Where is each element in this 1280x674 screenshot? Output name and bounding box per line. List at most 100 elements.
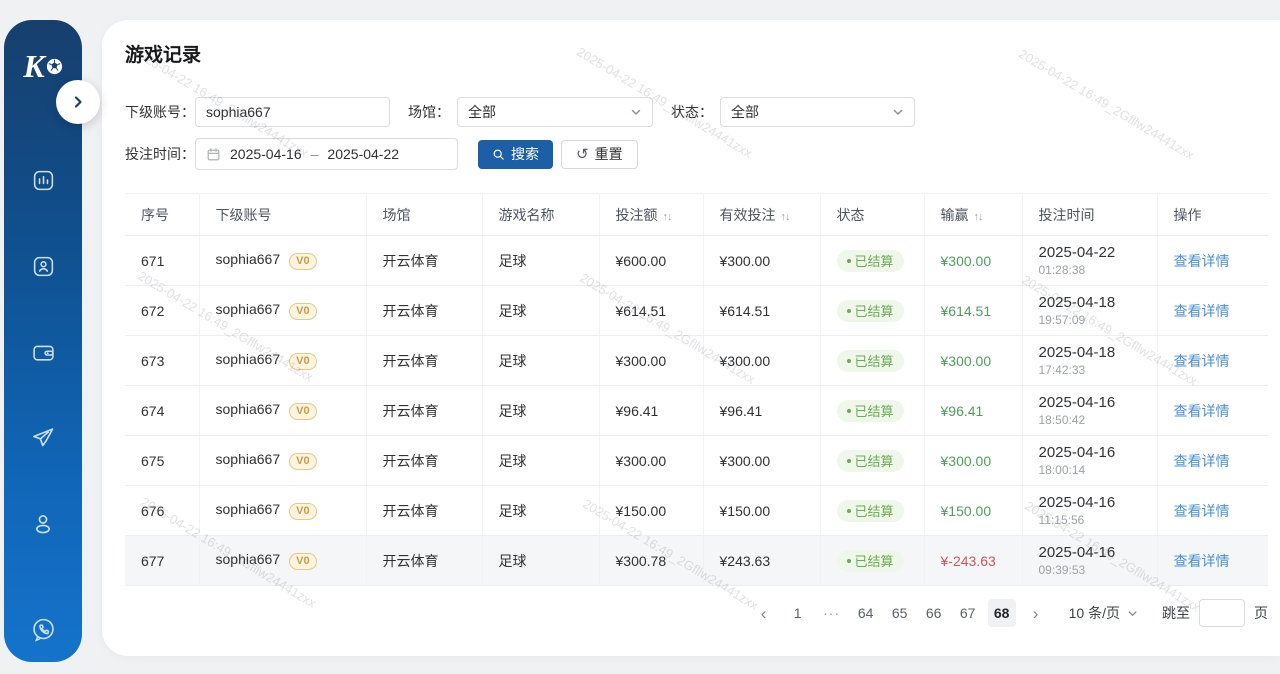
- level-badge: V0: [289, 403, 316, 420]
- chevron-down-icon: [892, 106, 904, 118]
- page-size-value: 10 条/页: [1069, 603, 1120, 623]
- bet-time: 18:50:42: [1039, 413, 1157, 428]
- cell-account: sophia667V0: [199, 436, 366, 486]
- cell-bet: ¥300.78: [599, 536, 703, 586]
- column-header-label: 有效投注: [720, 207, 776, 223]
- search-button-label: 搜索: [511, 144, 539, 164]
- cell-status: 已结算: [820, 336, 924, 386]
- cell-game: 足球: [482, 286, 599, 336]
- cell-time: 2025-04-1609:39:53: [1022, 536, 1157, 586]
- view-details-link[interactable]: 查看详情: [1174, 553, 1230, 569]
- cell-bet: ¥614.51: [599, 286, 703, 336]
- view-details-link[interactable]: 查看详情: [1174, 503, 1230, 519]
- status-select-value: 全部: [731, 102, 759, 122]
- status-text: 已结算: [855, 351, 894, 370]
- page-size-select[interactable]: 10 条/页: [1069, 603, 1138, 623]
- sidebar-item-stats[interactable]: [4, 137, 82, 223]
- view-details-link[interactable]: 查看详情: [1174, 253, 1230, 269]
- sort-icon[interactable]: ↑↓: [663, 211, 672, 223]
- view-details-link[interactable]: 查看详情: [1174, 403, 1230, 419]
- view-details-link[interactable]: 查看详情: [1174, 353, 1230, 369]
- date-range-picker[interactable]: 2025-04-16 – 2025-04-22: [195, 138, 458, 170]
- sort-icon[interactable]: ↑↓: [974, 211, 983, 223]
- sidebar-item-promotions[interactable]: [4, 395, 82, 481]
- cell-game: 足球: [482, 336, 599, 386]
- member-card-icon: [31, 254, 56, 279]
- send-icon: [30, 425, 56, 451]
- status-text: 已结算: [855, 401, 894, 420]
- cell-time: 2025-04-1611:15:56: [1022, 486, 1157, 536]
- venue-select[interactable]: 全部: [457, 97, 653, 127]
- column-header-label: 状态: [837, 207, 865, 223]
- sort-icon[interactable]: ↑↓: [781, 211, 790, 223]
- reset-button[interactable]: ↺ 重置: [561, 140, 638, 169]
- bet-time-label: 投注时间：: [125, 144, 195, 164]
- stats-icon: [31, 168, 56, 193]
- pagination-page-66[interactable]: 66: [920, 599, 948, 627]
- sidebar-nav: [4, 137, 82, 672]
- bet-time: 01:28:38: [1039, 263, 1157, 278]
- filter-row-1: 下级账号： 场馆： 全部 状态： 全部: [125, 97, 1268, 127]
- pagination-ellipsis: ···: [818, 599, 846, 627]
- status-text: 已结算: [855, 301, 894, 320]
- status-badge: 已结算: [837, 350, 904, 372]
- column-header-label: 序号: [141, 207, 169, 223]
- cell-venue: 开云体育: [366, 436, 482, 486]
- bet-time: 09:39:53: [1039, 563, 1157, 578]
- column-header-label: 操作: [1174, 207, 1202, 223]
- pagination-page-1[interactable]: 1: [784, 599, 812, 627]
- table-row: 674sophia667V0开云体育足球¥96.41¥96.41已结算¥96.4…: [125, 386, 1268, 436]
- view-details-link[interactable]: 查看详情: [1174, 453, 1230, 469]
- column-header-label: 场馆: [383, 207, 411, 223]
- sidebar-item-profile[interactable]: [4, 481, 82, 567]
- status-dot: [847, 509, 851, 513]
- sidebar-item-customer-service[interactable]: [4, 586, 82, 672]
- status-dot: [847, 559, 851, 563]
- win-loss-value: ¥96.41: [941, 403, 984, 419]
- column-header-win[interactable]: 输赢 ↑↓: [924, 194, 1022, 236]
- table-row: 675sophia667V0开云体育足球¥300.00¥300.00已结算¥30…: [125, 436, 1268, 486]
- cell-win: ¥300.00: [924, 336, 1022, 386]
- records-table: 序号下级账号场馆游戏名称投注额↑↓有效投注↑↓状态输赢↑↓投注时间操作 671s…: [125, 193, 1268, 586]
- cell-action: 查看详情: [1157, 336, 1268, 386]
- pagination-page-68[interactable]: 68: [988, 599, 1016, 627]
- win-loss-value: ¥-243.63: [941, 553, 996, 569]
- account-name: sophia667: [216, 501, 281, 517]
- sidebar-item-wallet[interactable]: [4, 309, 82, 395]
- cell-account: sophia667V0: [199, 536, 366, 586]
- column-header-action: 操作: [1157, 194, 1268, 236]
- pagination-next-button[interactable]: ›: [1022, 599, 1050, 627]
- pagination-prev-button[interactable]: ‹: [750, 599, 778, 627]
- jump-suffix: 页: [1254, 603, 1268, 623]
- view-details-link[interactable]: 查看详情: [1174, 303, 1230, 319]
- cell-valid: ¥614.51: [703, 286, 820, 336]
- pagination-page-64[interactable]: 64: [852, 599, 880, 627]
- cell-time: 2025-04-1618:50:42: [1022, 386, 1157, 436]
- sidebar-expand-button[interactable]: [56, 80, 100, 124]
- cell-time: 2025-04-2201:28:38: [1022, 236, 1157, 286]
- column-header-valid[interactable]: 有效投注 ↑↓: [703, 194, 820, 236]
- cell-account: sophia667V0: [199, 486, 366, 536]
- account-input[interactable]: [195, 97, 390, 127]
- cell-account: sophia667V0: [199, 236, 366, 286]
- cell-venue: 开云体育: [366, 536, 482, 586]
- column-header-status: 状态: [820, 194, 924, 236]
- pagination-page-65[interactable]: 65: [886, 599, 914, 627]
- account-name: sophia667: [216, 451, 281, 467]
- bet-time: 18:00:14: [1039, 463, 1157, 478]
- jump-input[interactable]: [1199, 599, 1245, 627]
- column-header-bet[interactable]: 投注额↑↓: [599, 194, 703, 236]
- status-dot: [847, 259, 851, 263]
- level-badge: V0: [289, 553, 316, 570]
- status-badge: 已结算: [837, 550, 904, 572]
- pagination-page-67[interactable]: 67: [954, 599, 982, 627]
- status-label: 状态：: [671, 102, 713, 122]
- cell-no: 675: [125, 436, 199, 486]
- sidebar-item-members[interactable]: [4, 223, 82, 309]
- status-dot: [847, 459, 851, 463]
- search-button[interactable]: 搜索: [478, 140, 553, 169]
- page-title: 游戏记录: [125, 40, 1268, 67]
- status-select[interactable]: 全部: [720, 97, 915, 127]
- cell-action: 查看详情: [1157, 286, 1268, 336]
- column-header-label: 输赢: [941, 207, 969, 223]
